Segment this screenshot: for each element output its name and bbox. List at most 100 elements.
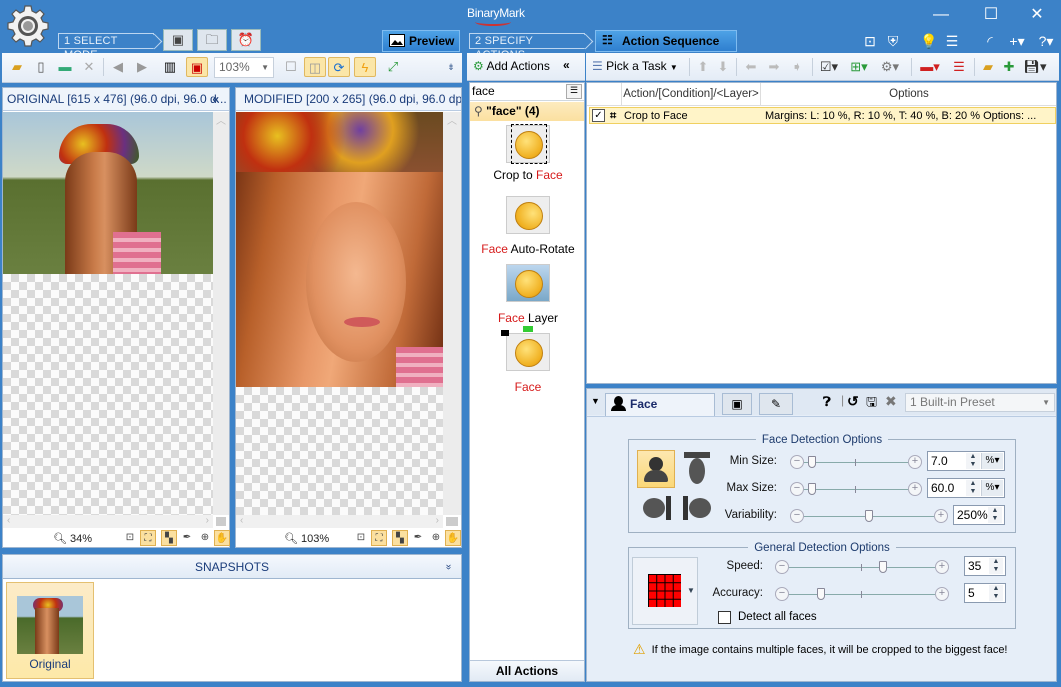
close-button[interactable]: ✕: [1014, 4, 1060, 28]
back-icon[interactable]: ◀: [107, 57, 129, 77]
fit-window-icon[interactable]: ⛶: [371, 530, 387, 546]
variability-slider[interactable]: − +: [790, 509, 948, 523]
move-right-icon[interactable]: ➡: [763, 57, 785, 77]
spin-arrows-icon[interactable]: ▲ ▼: [988, 507, 1002, 523]
slider-thumb[interactable]: [865, 510, 873, 522]
zoom-tool-icon[interactable]: ⊕: [428, 530, 444, 546]
accuracy-input[interactable]: 5 ▲ ▼: [964, 583, 1006, 603]
add-action-icon[interactable]: ⊞▾: [846, 57, 872, 77]
add-gear-menu-icon[interactable]: ⚙▾: [876, 57, 904, 77]
hand-tool-icon[interactable]: ✋: [445, 530, 461, 546]
unit-select[interactable]: %▾: [981, 480, 1003, 496]
save-menu-icon[interactable]: 💾︎▾: [1020, 57, 1050, 77]
min-size-input[interactable]: 7.0 ▲ ▼ %▾: [927, 451, 1005, 471]
collapse-icon[interactable]: «: [212, 88, 219, 110]
move-left-icon[interactable]: ⬅: [740, 57, 762, 77]
shield-icon[interactable]: ⛨: [884, 33, 902, 49]
save-preset-icon[interactable]: 🖫: [866, 393, 877, 415]
checkerboard-icon[interactable]: ▚: [392, 530, 408, 546]
fit-center-icon[interactable]: ⊡: [353, 530, 369, 546]
horizontal-scrollbar[interactable]: ‹ ›: [3, 515, 213, 528]
add-actions-button[interactable]: ⚙ Add Actions: [473, 59, 550, 73]
horizontal-scrollbar[interactable]: ‹ ›: [236, 515, 443, 528]
spin-arrows-icon[interactable]: ▲ ▼: [989, 558, 1003, 574]
lightbulb-icon[interactable]: 💡: [920, 33, 938, 49]
checkerboard-icon[interactable]: ▚: [161, 530, 177, 546]
vertical-scrollbar[interactable]: ︿: [213, 112, 229, 515]
action-search-input[interactable]: face ☰: [470, 83, 584, 101]
tab-notes[interactable]: ✎: [759, 393, 793, 415]
mode-tab-single-image[interactable]: ▣: [163, 29, 193, 51]
pick-a-task-button[interactable]: ☰ Pick a Task ▼: [592, 59, 678, 73]
remove-menu-icon[interactable]: ▬▾: [916, 57, 944, 77]
max-size-input[interactable]: 60.0 ▲ ▼ %▾: [927, 478, 1005, 498]
tab-margins[interactable]: ▣: [722, 393, 752, 415]
spin-arrows-icon[interactable]: ▲ ▼: [966, 453, 980, 469]
snapshot-item[interactable]: Original: [6, 582, 94, 679]
mode-tab-scheduler[interactable]: ⏰: [231, 29, 261, 51]
toolbar-overflow-icon[interactable]: ⇟: [444, 57, 458, 77]
reset-icon[interactable]: ↺: [847, 393, 859, 410]
tab-preview[interactable]: Preview: [382, 30, 460, 52]
app-menu-gear-icon[interactable]: [6, 4, 50, 48]
image-icon[interactable]: ▬: [54, 57, 76, 77]
variability-input[interactable]: 250% ▲ ▼: [953, 505, 1005, 525]
zoom-tool-icon[interactable]: ⊕: [197, 530, 213, 546]
forward-icon[interactable]: ▶: [131, 57, 153, 77]
eyedropper-icon[interactable]: ✒: [179, 530, 195, 546]
help-menu-icon[interactable]: ?▾: [1034, 33, 1058, 49]
zoom-select[interactable]: 103% ▼: [214, 57, 274, 78]
slider-thumb[interactable]: [816, 588, 825, 600]
action-face-condition[interactable]: Face: [470, 326, 586, 394]
vertical-scrollbar[interactable]: ︿: [443, 112, 461, 515]
panel-menu-icon[interactable]: ▼: [591, 396, 600, 406]
speed-input[interactable]: 35 ▲ ▼: [964, 556, 1006, 576]
wireless-icon[interactable]: ◜: [981, 33, 999, 49]
search-result-header[interactable]: ⚲ "face" (4): [470, 102, 584, 121]
fit-center-icon[interactable]: ⊡: [122, 530, 138, 546]
tab-face-detection[interactable]: Face Detection: [605, 393, 715, 432]
clipboard-icon[interactable]: ▯: [30, 57, 52, 77]
split-view-icon[interactable]: ◫: [304, 57, 326, 77]
collapse-actions-icon[interactable]: «: [563, 58, 570, 72]
face-right-profile-button[interactable]: [683, 496, 713, 522]
single-view-icon[interactable]: ☐: [280, 57, 302, 77]
maximize-button[interactable]: ☐: [968, 4, 1014, 28]
speed-slider[interactable]: − +: [775, 560, 949, 574]
help-icon[interactable]: ❓︎: [823, 394, 831, 410]
spin-arrows-icon[interactable]: ▲ ▼: [989, 585, 1003, 601]
preset-select[interactable]: 1 Built-in Preset ▼: [905, 393, 1055, 412]
search-options-icon[interactable]: ☰: [566, 84, 582, 99]
minimize-button[interactable]: —: [918, 4, 964, 28]
action-crop-to-face[interactable]: Crop to Face: [470, 124, 586, 182]
clear-all-icon[interactable]: ☰: [948, 57, 970, 77]
select-toggle-icon[interactable]: ☑▾: [816, 57, 842, 77]
move-last-icon[interactable]: ➧: [786, 57, 808, 77]
max-size-slider[interactable]: − +: [790, 482, 922, 496]
all-actions-button[interactable]: All Actions: [470, 660, 584, 681]
face-left-profile-button[interactable]: [643, 496, 673, 522]
mode-tab-folder[interactable]: 🗀: [197, 29, 227, 51]
min-size-slider[interactable]: − +: [790, 455, 922, 469]
plus-menu-icon[interactable]: +▾: [1004, 33, 1030, 49]
expand-icon[interactable]: ⤢: [382, 57, 404, 77]
accuracy-slider[interactable]: − +: [775, 587, 949, 601]
refresh-icon[interactable]: ⟳: [328, 57, 350, 77]
tab-action-sequence[interactable]: ☷ Action Sequence (1): [595, 30, 737, 68]
face-top-button[interactable]: [684, 452, 710, 486]
delete-preset-icon[interactable]: ✖: [885, 393, 897, 410]
slider-thumb[interactable]: [878, 561, 887, 573]
open-sequence-icon[interactable]: ▰: [977, 57, 999, 77]
lightning-icon[interactable]: ϟ: [354, 57, 376, 77]
move-up-icon[interactable]: ⬆: [692, 57, 714, 77]
unit-select[interactable]: %▾: [981, 453, 1003, 469]
spin-arrows-icon[interactable]: ▲ ▼: [966, 480, 980, 496]
open-folder-icon[interactable]: ▰: [6, 57, 28, 77]
shuffle-icon[interactable]: ✕: [78, 57, 100, 77]
console-icon[interactable]: ⊡: [861, 33, 879, 49]
slider-thumb[interactable]: [807, 483, 816, 495]
row-checkbox[interactable]: ✓: [592, 109, 605, 122]
face-frontal-button[interactable]: [637, 450, 675, 488]
action-face-layer[interactable]: Face Layer: [470, 264, 586, 325]
hand-tool-icon[interactable]: ✋: [214, 530, 230, 546]
